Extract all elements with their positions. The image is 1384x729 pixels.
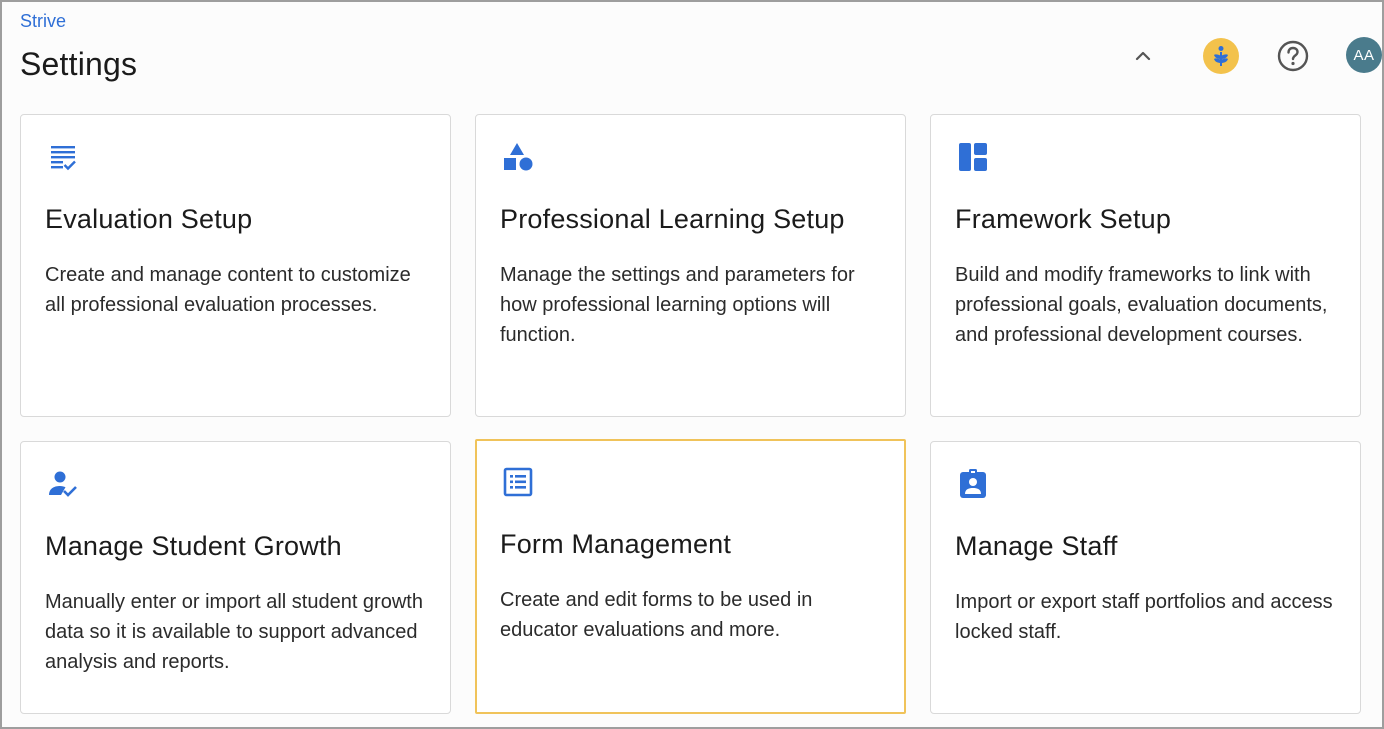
card-description: Create and manage content to customize a… (45, 264, 411, 316)
user-avatar[interactable]: AA (1346, 37, 1382, 73)
shapes-icon (504, 143, 533, 171)
dashboard-layout-icon (959, 143, 987, 171)
chevron-up-icon (1135, 51, 1151, 61)
card-framework-setup[interactable]: Framework Setup Build and modify framewo… (930, 114, 1361, 417)
card-manage-staff[interactable]: Manage Staff Import or export staff port… (930, 441, 1361, 714)
list-form-icon (503, 467, 533, 497)
card-title: Evaluation Setup (45, 204, 253, 234)
card-title: Form Management (500, 529, 732, 559)
wheat-logo-icon (1203, 38, 1239, 74)
person-check-icon (49, 471, 77, 497)
product-logo-button[interactable] (1201, 36, 1241, 76)
card-form-management[interactable]: Form Management Create and edit forms to… (475, 439, 906, 714)
card-description: Create and edit forms to be used in educ… (500, 589, 813, 641)
card-professional-learning-setup[interactable]: Professional Learning Setup Manage the s… (475, 114, 906, 417)
card-description: Manage the settings and parameters for h… (500, 264, 855, 346)
app-window: Strive Settings AA Evaluation Setup Crea… (0, 0, 1384, 729)
help-circle-icon (1277, 40, 1309, 72)
breadcrumb-strive[interactable]: Strive (20, 11, 66, 32)
id-badge-icon (960, 469, 986, 498)
card-title: Professional Learning Setup (500, 204, 845, 234)
card-title: Manage Staff (955, 531, 1118, 561)
card-title: Framework Setup (955, 204, 1172, 234)
card-description: Import or export staff portfolios and ac… (955, 591, 1333, 643)
card-description: Manually enter or import all student gro… (45, 591, 423, 673)
card-evaluation-setup[interactable]: Evaluation Setup Create and manage conte… (20, 114, 451, 417)
help-button[interactable] (1273, 36, 1313, 76)
page-title: Settings (20, 46, 138, 82)
card-description: Build and modify frameworks to link with… (955, 264, 1328, 346)
card-manage-student-growth[interactable]: Manage Student Growth Manually enter or … (20, 441, 451, 714)
collapse-button[interactable] (1123, 36, 1163, 76)
checklist-icon (51, 146, 76, 171)
card-title: Manage Student Growth (45, 531, 342, 561)
